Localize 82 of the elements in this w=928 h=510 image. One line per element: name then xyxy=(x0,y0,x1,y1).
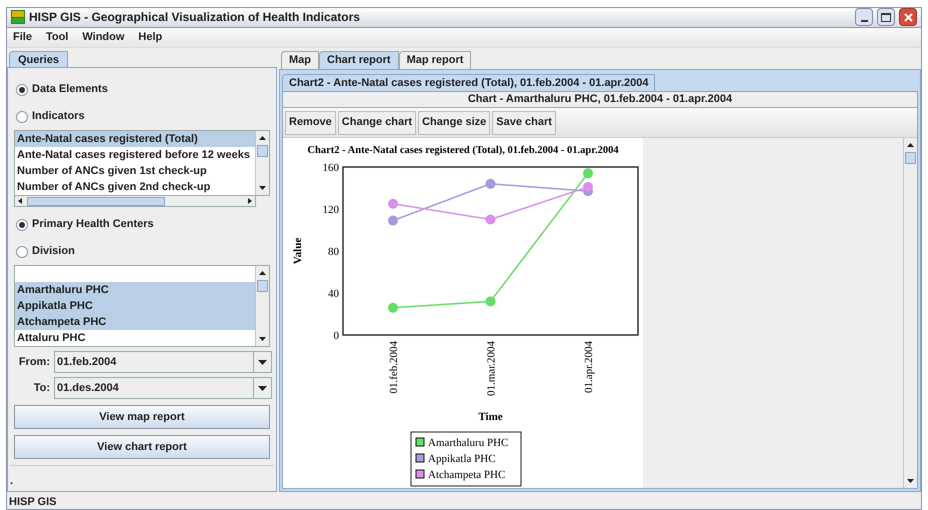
up-arrow-icon[interactable] xyxy=(907,143,914,147)
list-item[interactable]: Ante-Natal cases registered (Total) xyxy=(15,131,255,147)
minimize-button[interactable] xyxy=(855,8,873,26)
radio-button[interactable] xyxy=(16,84,28,96)
list-item[interactable]: Amarthaluru PHC xyxy=(15,282,255,298)
x-tick-label: 01.feb.2004 xyxy=(388,341,400,394)
chart-title: Chart2 - Ante-Natal cases registered (Total), 01.feb.2004 - 01.apr.2004 xyxy=(307,145,619,156)
legend-label: Amarthaluru PHC xyxy=(428,437,508,449)
to-date-dropdown[interactable]: 01.des.2004 xyxy=(54,377,272,399)
down-arrow-icon[interactable] xyxy=(259,337,266,341)
tab[interactable]: Map report xyxy=(398,51,472,69)
legend-label: Atchampeta PHC xyxy=(428,469,506,481)
scroll-thumb[interactable] xyxy=(905,152,916,164)
x-tick-label: 01.mar.2004 xyxy=(486,341,498,396)
toolbar-button[interactable]: Remove xyxy=(285,110,336,134)
maximize-button[interactable] xyxy=(877,8,895,26)
y-tick-label: 80 xyxy=(328,246,339,258)
panel-tab[interactable]: Queries xyxy=(9,51,68,67)
data-point xyxy=(583,168,593,178)
menu-item[interactable]: Window xyxy=(82,29,124,46)
legend-swatch xyxy=(416,454,424,462)
chart-tab[interactable]: Chart2 - Ante-Natal cases registered (Total), 01.feb.2004 - 01.apr.2004 xyxy=(282,74,656,91)
report-button[interactable]: View chart report xyxy=(14,435,270,459)
data-point xyxy=(486,214,496,224)
up-arrow-icon[interactable] xyxy=(259,271,266,275)
tab[interactable]: Chart report xyxy=(319,51,399,69)
up-arrow-icon[interactable] xyxy=(259,136,266,140)
data-point xyxy=(486,296,496,306)
close-icon xyxy=(904,12,912,22)
x-tick-label: 01.apr.2004 xyxy=(583,341,595,393)
y-tick-label: 160 xyxy=(322,162,339,174)
chart-subtitle: Chart - Amarthaluru PHC, 01.feb.2004 - 01.apr.2004 xyxy=(283,92,917,108)
data-point xyxy=(388,216,398,226)
date-label: To: xyxy=(32,380,51,396)
menu-item[interactable]: File xyxy=(13,29,32,46)
status-bar: HISP GIS xyxy=(6,494,922,510)
down-arrow-icon[interactable] xyxy=(259,186,266,190)
radio-label: Primary Health Centers xyxy=(32,217,154,232)
radio-label: Indicators xyxy=(32,109,85,124)
dropdown-arrow-icon xyxy=(258,360,267,364)
vertical-scrollbar[interactable] xyxy=(903,138,917,488)
horizontal-scrollbar[interactable] xyxy=(14,196,256,207)
scroll-thumb[interactable] xyxy=(257,145,268,157)
minimize-icon xyxy=(860,20,868,22)
toolbar-button[interactable]: Change size xyxy=(418,110,490,134)
from-date-dropdown[interactable]: 01.feb.2004 xyxy=(54,351,272,373)
radio-label: Data Elements xyxy=(32,82,108,98)
legend-swatch xyxy=(416,470,424,478)
menu-item[interactable]: Help xyxy=(138,29,162,46)
list-item[interactable]: Atchampeta PHC xyxy=(15,314,255,330)
toolbar-button[interactable]: Save chart xyxy=(492,110,556,134)
radio-label: Division xyxy=(32,244,75,260)
app-logo-icon xyxy=(11,10,25,24)
data-point xyxy=(486,178,496,189)
vertical-scrollbar[interactable] xyxy=(255,266,269,346)
radio-button[interactable] xyxy=(16,246,28,258)
data-point xyxy=(388,198,398,209)
window-title: HISP GIS - Geographical Visualization of Health Indicators xyxy=(29,9,361,26)
y-tick-label: 120 xyxy=(322,204,339,216)
date-label: From: xyxy=(18,354,51,370)
vertical-scrollbar[interactable] xyxy=(255,131,269,195)
scroll-thumb[interactable] xyxy=(257,280,268,292)
report-button[interactable]: View map report xyxy=(14,405,270,429)
toolbar-button[interactable]: Change chart xyxy=(338,110,416,134)
y-axis-title: Value xyxy=(292,238,304,264)
menu-item[interactable]: Tool xyxy=(46,29,68,46)
dropdown-arrow-icon xyxy=(258,386,267,390)
tab[interactable]: Map xyxy=(281,51,319,69)
close-button[interactable] xyxy=(899,8,917,26)
radio-button[interactable] xyxy=(16,110,28,122)
y-tick-label: 40 xyxy=(328,288,339,300)
scroll-thumb[interactable] xyxy=(27,196,165,206)
maximize-icon xyxy=(881,12,891,22)
x-axis-title: Time xyxy=(478,411,503,423)
list-item[interactable]: Appikatla PHC xyxy=(15,298,255,314)
legend-label: Appikatla PHC xyxy=(428,453,496,465)
y-tick-label: 0 xyxy=(334,330,339,342)
status-message: . xyxy=(10,474,14,488)
radio-button[interactable] xyxy=(16,218,28,230)
down-arrow-icon[interactable] xyxy=(907,479,914,483)
legend-swatch xyxy=(416,438,424,446)
data-point xyxy=(388,302,398,313)
